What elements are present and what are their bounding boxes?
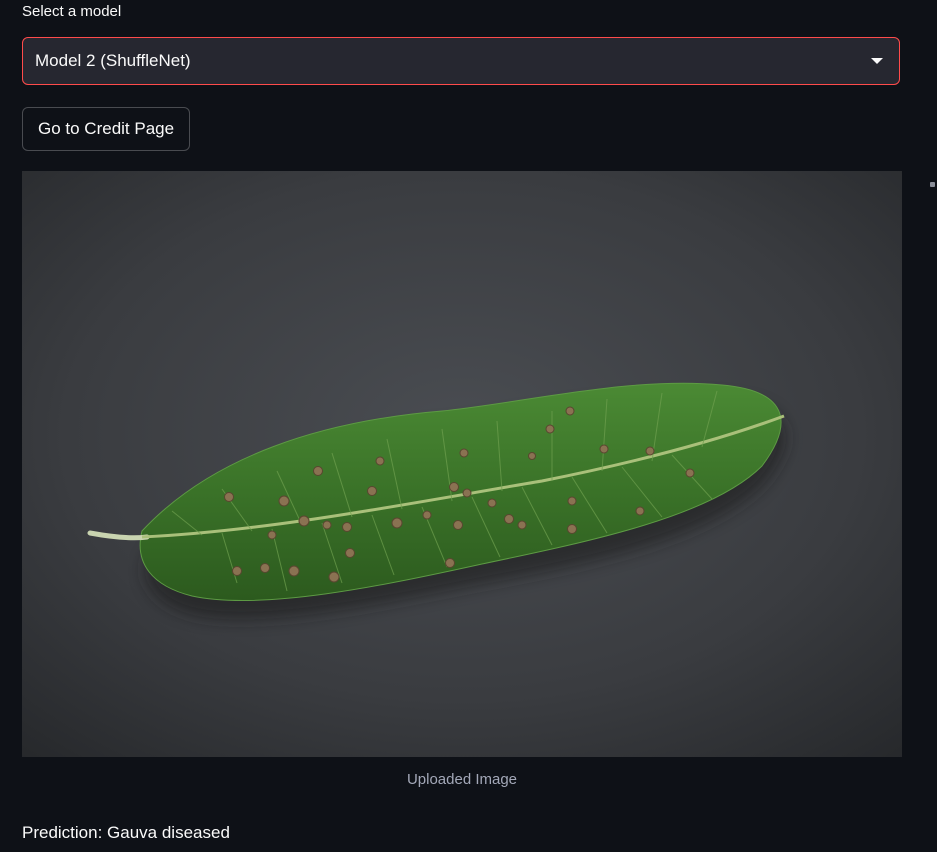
chevron-down-icon xyxy=(871,58,883,64)
fullscreen-icon[interactable] xyxy=(930,182,935,187)
model-select[interactable]: Model 2 (ShuffleNet) xyxy=(22,37,900,85)
image-caption: Uploaded Image xyxy=(406,771,518,788)
prediction-text: Prediction: Gauva diseased xyxy=(22,823,230,842)
credit-page-button[interactable]: Go to Credit Page xyxy=(22,107,191,151)
uploaded-image xyxy=(22,171,902,757)
model-select-label: Select a model xyxy=(22,3,122,20)
model-select-value: Model 2 (ShuffleNet) xyxy=(35,51,191,70)
